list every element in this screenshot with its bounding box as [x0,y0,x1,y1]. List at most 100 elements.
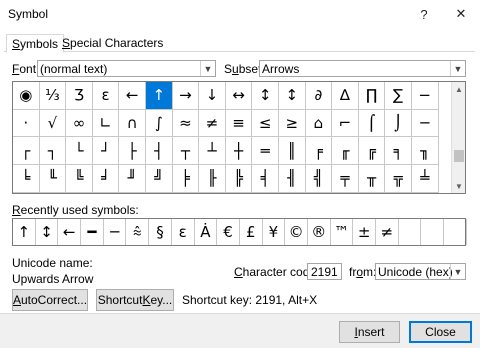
recent-symbol-cell[interactable]: ± [353,219,376,245]
symbol-cell[interactable]: ─ [411,109,439,138]
scroll-up-icon[interactable]: ▲ [452,83,465,95]
symbol-cell[interactable]: ║ [278,137,306,166]
font-select[interactable]: (normal text) ▼ [37,60,216,77]
recent-symbol-cell[interactable]: ≠ [376,219,399,245]
symbol-cell[interactable]: ╙ [39,165,67,193]
symbol-cell[interactable]: ⌐ [332,109,359,138]
subset-select[interactable]: Arrows ▼ [259,60,466,77]
recent-symbol-cell[interactable]: ε [172,219,195,245]
recent-symbol-cell[interactable]: ™ [331,219,354,245]
symbol-cell[interactable]: ╔ [358,137,386,166]
close-icon[interactable]: ✕ [447,2,475,26]
recent-symbol-cell[interactable] [421,219,445,245]
symbol-cell[interactable]: ╘ [13,165,40,193]
symbol-cell[interactable]: ≤ [252,109,279,138]
from-select[interactable]: Unicode (hex) ▼ [375,263,466,280]
close-button[interactable]: Close [409,321,472,343]
symbol-cell[interactable]: ≈ [172,109,200,138]
symbol-cell[interactable]: ┬ [172,137,200,166]
symbol-cell[interactable]: ↓ [199,82,226,110]
symbol-cell[interactable]: ∆ [332,82,359,110]
symbol-cell[interactable]: ╖ [411,137,439,166]
symbol-cell[interactable]: ∏ [358,82,386,110]
symbol-cell[interactable]: ╞ [172,165,200,193]
symbol-cell[interactable]: − [411,82,439,110]
recent-symbol-cell[interactable]: ⩯ [126,219,150,245]
symbol-cell[interactable]: └ [66,137,93,166]
symbol-cell[interactable]: ≠ [199,109,226,138]
recent-symbol-cell[interactable]: ¥ [263,219,286,245]
symbol-cell[interactable]: ∟ [92,109,120,138]
symbol-cell[interactable]: ↑ [145,82,173,110]
symbol-cell[interactable]: ┌ [13,137,40,166]
symbol-cell[interactable]: ╛ [92,165,120,193]
recent-symbol-cell[interactable]: ━ [81,219,104,245]
symbol-cell[interactable]: ╠ [225,165,253,193]
symbol-cell[interactable]: ↕ [278,82,306,110]
scrollbar-thumb[interactable] [454,150,464,162]
symbol-cell[interactable]: ↕ [252,82,279,110]
symbol-cell[interactable]: ╚ [66,165,93,193]
symbol-cell[interactable]: ε [92,82,120,110]
symbol-cell[interactable]: ═ [252,137,279,166]
symbol-cell[interactable]: ╕ [385,137,412,166]
symbol-cell[interactable]: ⌂ [305,109,333,138]
recent-symbol-cell[interactable]: ↑ [13,219,36,245]
grid-scrollbar[interactable]: ▲ ▼ [451,82,465,193]
recent-symbol-cell[interactable]: ─ [104,219,127,245]
symbol-cell[interactable]: ┐ [39,137,67,166]
recent-symbol-cell[interactable]: € [217,219,240,245]
symbol-cell[interactable]: ╧ [411,165,439,193]
tab-symbols[interactable]: Symbols [6,34,65,53]
recent-symbol-cell[interactable]: £ [240,219,263,245]
symbol-cell[interactable]: ≥ [278,109,306,138]
symbol-cell[interactable]: ╢ [278,165,306,193]
insert-button[interactable]: Insert [339,321,400,343]
symbol-cell[interactable]: ╡ [252,165,279,193]
symbol-cell[interactable]: ⌡ [385,109,412,138]
symbol-cell[interactable]: ┴ [199,137,226,166]
symbol-cell[interactable]: ∂ [305,82,333,110]
help-icon[interactable]: ? [410,2,438,26]
symbol-cell[interactable]: ← [119,82,146,110]
symbol-cell[interactable]: ╥ [358,165,386,193]
symbol-cell[interactable]: ╣ [305,165,333,193]
symbol-cell[interactable]: Ʒ [66,82,93,110]
recent-symbol-cell[interactable]: ® [308,219,331,245]
shortcut-key-button[interactable]: Shortcut Key... [96,289,174,311]
tab-special-characters[interactable]: Special Characters [57,34,168,52]
recent-symbol-cell[interactable] [444,219,467,245]
symbol-cell[interactable]: ∩ [119,109,146,138]
scroll-down-icon[interactable]: ▼ [452,180,465,192]
symbol-cell[interactable]: ┤ [145,137,173,166]
symbol-cell[interactable]: ╤ [332,165,359,193]
symbol-cell[interactable]: ╒ [305,137,333,166]
symbol-cell[interactable]: ╝ [145,165,173,193]
symbol-cell[interactable]: → [172,82,200,110]
symbol-cell[interactable]: ∑ [385,82,412,110]
symbol-cell[interactable]: ╓ [332,137,359,166]
symbol-cell[interactable]: ↔ [225,82,253,110]
symbol-cell[interactable]: √ [39,109,67,138]
recent-symbol-cell[interactable]: ↕ [36,219,59,245]
symbol-cell[interactable]: ╦ [385,165,412,193]
recent-symbol-cell[interactable] [399,219,422,245]
symbol-cell[interactable]: ⅓ [39,82,67,110]
recent-symbol-cell[interactable]: Ȧ [195,219,218,245]
symbol-cell[interactable]: ◉ [13,82,40,110]
recent-symbol-cell[interactable]: § [149,219,172,245]
symbol-cell[interactable]: ∞ [66,109,93,138]
symbol-cell[interactable]: ╟ [199,165,226,193]
symbol-cell[interactable]: ╜ [119,165,146,193]
symbol-cell[interactable]: ├ [119,137,146,166]
charcode-input[interactable]: 2191 [307,263,342,280]
symbol-cell[interactable]: ⌠ [358,109,386,138]
symbol-cell[interactable]: ┘ [92,137,120,166]
chevron-down-icon[interactable]: ▼ [450,264,465,279]
symbol-cell[interactable]: ┼ [225,137,253,166]
autocorrect-button[interactable]: AutoCorrect... [12,289,88,311]
chevron-down-icon[interactable]: ▼ [200,61,215,76]
recent-symbol-cell[interactable]: © [285,219,308,245]
symbol-cell[interactable]: ≡ [225,109,253,138]
chevron-down-icon[interactable]: ▼ [450,61,465,76]
